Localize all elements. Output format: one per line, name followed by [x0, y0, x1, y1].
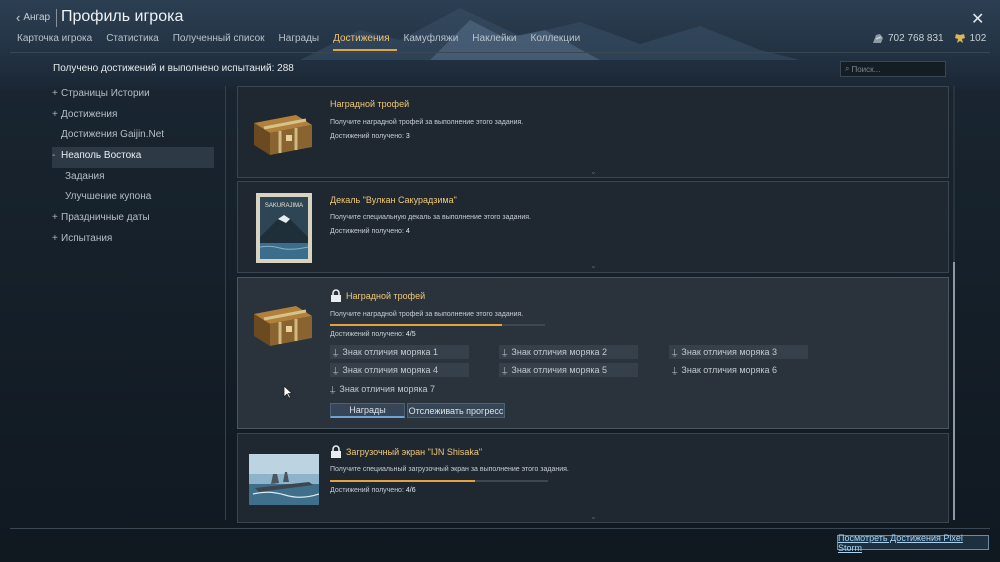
- achievement-description: Получите специальную декаль за выполнени…: [330, 214, 531, 221]
- achievement-description: Получите наградной трофей за выполнение …: [330, 311, 524, 318]
- condition-item: ⍊ Знак отличия моряка 5: [499, 363, 638, 377]
- achievement-card[interactable]: SAKURAJIMA Декаль "Вулкан Сакурадзима" П…: [237, 181, 949, 273]
- gold-amount: 102: [969, 33, 987, 44]
- medal-icon: ⍊: [672, 364, 678, 375]
- expand-chevron-icon[interactable]: ⌄: [590, 512, 597, 521]
- progress-bar: [330, 480, 548, 482]
- condition-item: ⍊ Знак отличия моряка 7: [330, 383, 435, 395]
- header-divider: [10, 52, 990, 53]
- tab-collections[interactable]: Коллекции: [531, 33, 588, 51]
- progress-fill: [330, 480, 476, 482]
- lock-icon: [331, 289, 341, 302]
- achievement-title: Наградной трофей: [346, 291, 426, 301]
- medal-icon: ⍊: [333, 364, 339, 375]
- medal-icon: ⍊: [502, 364, 508, 375]
- silver-amount: 702 768 831: [888, 33, 944, 44]
- achievement-title: Декаль "Вулкан Сакурадзима": [330, 195, 457, 205]
- condition-item: ⍊ Знак отличия моряка 1: [330, 345, 469, 359]
- trophy-chest-icon: [254, 115, 312, 155]
- mouse-cursor-icon: [283, 385, 293, 399]
- tab-bar: Карточка игрока Статистика Полученный сп…: [17, 33, 594, 51]
- scrollbar[interactable]: [953, 86, 955, 520]
- achievement-card[interactable]: Загрузочный экран "IJN Shisaka" Получите…: [237, 433, 949, 523]
- achievement-description: Получите наградной трофей за выполнение …: [330, 119, 524, 126]
- sidebar-item-coupon-upgrade[interactable]: Улучшение купона: [52, 188, 214, 209]
- condition-item: ⍊ Знак отличия моряка 2: [499, 345, 638, 359]
- achievement-description: Получите специальный загрузочный экран з…: [330, 466, 569, 473]
- sidebar-item-holidays[interactable]: + Праздничные даты: [52, 209, 214, 230]
- sidebar-item-tasks[interactable]: Задания: [52, 168, 214, 189]
- sidebar: + Страницы Истории + Достижения Достижения…: [52, 85, 214, 251]
- tab-camouflages[interactable]: Камуфляжи: [404, 33, 466, 51]
- back-button[interactable]: ‹ Ангар: [16, 10, 50, 25]
- tab-service-record[interactable]: Полученный список: [173, 33, 272, 51]
- condition-item: ⍊ Знак отличия моряка 3: [669, 345, 808, 359]
- close-icon[interactable]: ✕: [971, 9, 984, 29]
- top-bar: ‹ Ангар Профиль игрока ✕ Карточка игрока…: [0, 0, 1000, 52]
- achievement-count: Достижений получено: 4/5: [330, 331, 416, 338]
- sidebar-item-gaijin-achievements[interactable]: Достижения Gaijin.Net: [52, 126, 214, 147]
- achievement-card-expanded[interactable]: Наградной трофей Получите наградной троф…: [237, 277, 949, 429]
- achievement-count: Достижений получено: 3: [330, 133, 410, 140]
- track-progress-button[interactable]: Отслеживать прогресс: [407, 403, 505, 418]
- footer-divider: [10, 528, 990, 529]
- medal-icon: ⍊: [333, 346, 339, 357]
- search-input[interactable]: ⌕ Поиск...: [840, 61, 946, 77]
- tab-statistics[interactable]: Статистика: [106, 33, 166, 51]
- chevron-left-icon: ‹: [16, 10, 21, 25]
- rewards-button[interactable]: Награды: [330, 403, 405, 418]
- search-icon: ⌕: [845, 64, 850, 73]
- trophy-chest-icon: [254, 306, 312, 346]
- lock-icon: [331, 445, 341, 458]
- achievement-title: Загрузочный экран "IJN Shisaka": [346, 447, 483, 457]
- sidebar-item-naples-east[interactable]: - Неаполь Востока: [52, 147, 214, 168]
- sidebar-item-challenges[interactable]: + Испытания: [52, 230, 214, 251]
- sidebar-divider: [225, 86, 226, 520]
- title-separator: [56, 9, 57, 27]
- back-label: Ангар: [23, 12, 51, 23]
- search-placeholder: Поиск...: [851, 64, 881, 74]
- achievement-count: Достижений получено: 4: [330, 228, 410, 235]
- tab-player-card[interactable]: Карточка игрока: [17, 33, 99, 51]
- tab-decals[interactable]: Наклейки: [472, 33, 523, 51]
- decal-volcano-icon: SAKURAJIMA: [256, 193, 312, 263]
- silver-lions-icon: [873, 34, 883, 43]
- achievement-title: Наградной трофей: [330, 99, 410, 109]
- expand-chevron-icon[interactable]: ⌄: [590, 261, 597, 270]
- loading-screen-ship-icon: [249, 454, 319, 505]
- progress-bar: [330, 324, 545, 326]
- achievement-card[interactable]: Наградной трофей Получите наградной троф…: [237, 86, 949, 178]
- scrollbar-thumb[interactable]: [953, 262, 955, 520]
- sidebar-item-achievements[interactable]: + Достижения: [52, 106, 214, 127]
- medal-icon: ⍊: [672, 346, 678, 357]
- medal-icon: ⍊: [502, 346, 508, 357]
- expand-chevron-icon[interactable]: ⌄: [590, 167, 597, 176]
- progress-fill: [330, 324, 502, 326]
- condition-item: ⍊ Знак отличия моряка 6: [672, 364, 777, 376]
- tab-rewards[interactable]: Награды: [279, 33, 327, 51]
- sidebar-item-history-pages[interactable]: + Страницы Истории: [52, 85, 214, 106]
- pixel-storm-link[interactable]: Посмотреть Достижения Pixel Storm: [837, 533, 989, 553]
- golden-eagles-icon: [954, 34, 965, 43]
- tab-achievements[interactable]: Достижения: [333, 33, 397, 51]
- decal-label: SAKURAJIMA: [265, 203, 303, 209]
- achievements-summary: Получено достижений и выполнено испытани…: [53, 63, 294, 74]
- page-title: Профиль игрока: [61, 8, 184, 25]
- medal-icon: ⍊: [330, 383, 336, 394]
- condition-item: ⍊ Знак отличия моряка 4: [330, 363, 469, 377]
- achievement-count: Достижений получено: 4/6: [330, 487, 416, 494]
- currency-display: 702 768 831 102: [872, 33, 986, 44]
